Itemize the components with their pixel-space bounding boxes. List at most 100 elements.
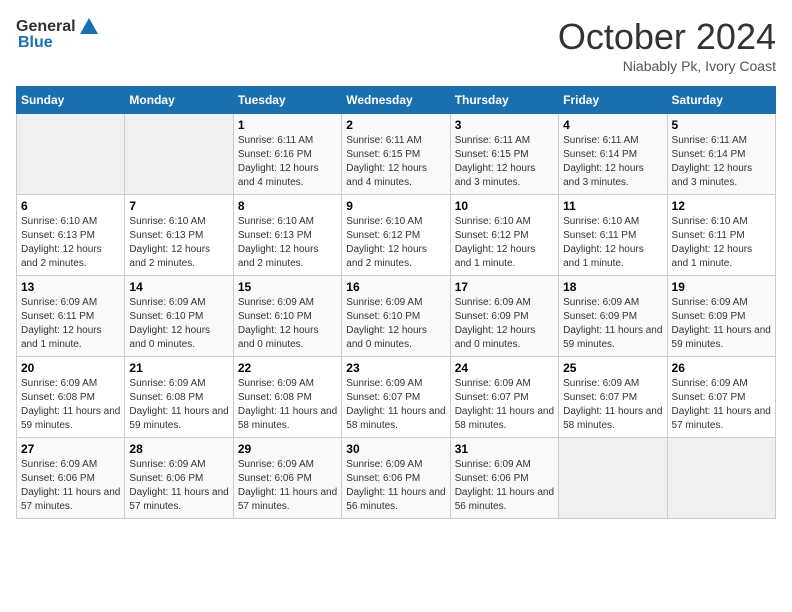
day-number: 30 [346,442,445,456]
weekday-header: Thursday [450,87,558,114]
calendar-day-cell: 3 Sunrise: 6:11 AMSunset: 6:15 PMDaylight… [450,114,558,195]
day-number: 31 [455,442,554,456]
calendar-week-row: 13 Sunrise: 6:09 AMSunset: 6:11 PMDayligh… [17,276,776,357]
calendar-day-cell [17,114,125,195]
calendar-day-cell: 18Sunrise: 6:09 AMSunset: 6:09 PMDayligh… [559,276,667,357]
calendar-week-row: 6 Sunrise: 6:10 AMSunset: 6:13 PMDaylight… [17,195,776,276]
day-info: Sunrise: 6:09 AMSunset: 6:06 PMDaylight:… [238,458,337,514]
calendar-day-cell: 25 Sunrise: 6:09 AMSunset: 6:07 PMDayligh… [559,357,667,438]
day-number: 25 [563,361,662,375]
calendar-day-cell: 30Sunrise: 6:09 AMSunset: 6:06 PMDayligh… [342,438,450,519]
calendar-table: SundayMondayTuesdayWednesdayThursdayFrid… [16,86,776,519]
day-number: 22 [238,361,337,375]
day-number: 28 [129,442,228,456]
month-title: October 2024 [558,16,776,58]
day-number: 11 [563,199,662,213]
calendar-day-cell: 12 Sunrise: 6:10 AMSunset: 6:11 PMDayligh… [667,195,775,276]
calendar-day-cell: 31 Sunrise: 6:09 AMSunset: 6:06 PMDayligh… [450,438,558,519]
day-number: 10 [455,199,554,213]
calendar-day-cell [667,438,775,519]
calendar-day-cell [559,438,667,519]
weekday-header: Tuesday [233,87,341,114]
calendar-day-cell: 8 Sunrise: 6:10 AMSunset: 6:13 PMDaylight… [233,195,341,276]
calendar-day-cell: 5 Sunrise: 6:11 AMSunset: 6:14 PMDaylight… [667,114,775,195]
page-header: General Blue October 2024 Niabably Pk, I… [16,16,776,74]
calendar-day-cell: 21 Sunrise: 6:09 AMSunset: 6:08 PMDayligh… [125,357,233,438]
calendar-day-cell: 27Sunrise: 6:09 AMSunset: 6:06 PMDayligh… [17,438,125,519]
calendar-day-cell: 11 Sunrise: 6:10 AMSunset: 6:11 PMDayligh… [559,195,667,276]
calendar-day-cell: 2 Sunrise: 6:11 AMSunset: 6:15 PMDaylight… [342,114,450,195]
title-area: October 2024 Niabably Pk, Ivory Coast [558,16,776,74]
logo-blue-text: Blue [16,34,53,52]
weekday-header: Sunday [17,87,125,114]
logo-icon [78,16,100,38]
calendar-week-row: 20Sunrise: 6:09 AMSunset: 6:08 PMDayligh… [17,357,776,438]
calendar-week-row: 27Sunrise: 6:09 AMSunset: 6:06 PMDayligh… [17,438,776,519]
calendar-day-cell [125,114,233,195]
day-info: Sunrise: 6:09 AMSunset: 6:09 PMDaylight:… [672,296,771,352]
logo: General Blue [16,16,102,52]
day-number: 6 [21,199,120,213]
day-number: 23 [346,361,445,375]
weekday-header: Friday [559,87,667,114]
calendar-day-cell: 22 Sunrise: 6:09 AMSunset: 6:08 PMDayligh… [233,357,341,438]
calendar-day-cell: 4 Sunrise: 6:11 AMSunset: 6:14 PMDaylight… [559,114,667,195]
calendar-day-cell: 28 Sunrise: 6:09 AMSunset: 6:06 PMDayligh… [125,438,233,519]
calendar-day-cell: 29 Sunrise: 6:09 AMSunset: 6:06 PMDayligh… [233,438,341,519]
calendar-day-cell: 13 Sunrise: 6:09 AMSunset: 6:11 PMDayligh… [17,276,125,357]
calendar-day-cell: 19 Sunrise: 6:09 AMSunset: 6:09 PMDayligh… [667,276,775,357]
day-number: 3 [455,118,554,132]
day-info: Sunrise: 6:09 AMSunset: 6:09 PMDaylight:… [455,296,554,352]
day-number: 29 [238,442,337,456]
day-number: 12 [672,199,771,213]
weekday-header: Wednesday [342,87,450,114]
day-info: Sunrise: 6:11 AMSunset: 6:15 PMDaylight:… [455,134,554,190]
day-info: Sunrise: 6:09 AMSunset: 6:10 PMDaylight:… [346,296,445,352]
calendar-day-cell: 23 Sunrise: 6:09 AMSunset: 6:07 PMDayligh… [342,357,450,438]
calendar-day-cell: 1 Sunrise: 6:11 AMSunset: 6:16 PMDaylight… [233,114,341,195]
day-info: Sunrise: 6:10 AMSunset: 6:12 PMDaylight:… [455,215,554,271]
calendar-day-cell: 10 Sunrise: 6:10 AMSunset: 6:12 PMDayligh… [450,195,558,276]
day-info: Sunrise: 6:09 AMSunset: 6:08 PMDaylight:… [129,377,228,433]
day-info: Sunrise: 6:09 AMSunset: 6:09 PMDaylight:… [563,296,662,352]
day-number: 8 [238,199,337,213]
day-info: Sunrise: 6:11 AMSunset: 6:16 PMDaylight:… [238,134,337,190]
day-info: Sunrise: 6:10 AMSunset: 6:12 PMDaylight:… [346,215,445,271]
day-info: Sunrise: 6:09 AMSunset: 6:07 PMDaylight:… [563,377,662,433]
day-number: 9 [346,199,445,213]
day-info: Sunrise: 6:11 AMSunset: 6:14 PMDaylight:… [672,134,771,190]
day-number: 2 [346,118,445,132]
weekday-header-row: SundayMondayTuesdayWednesdayThursdayFrid… [17,87,776,114]
day-info: Sunrise: 6:09 AMSunset: 6:11 PMDaylight:… [21,296,120,352]
day-info: Sunrise: 6:09 AMSunset: 6:07 PMDaylight:… [455,377,554,433]
day-number: 26 [672,361,771,375]
day-number: 24 [455,361,554,375]
day-number: 21 [129,361,228,375]
weekday-header: Monday [125,87,233,114]
day-info: Sunrise: 6:10 AMSunset: 6:13 PMDaylight:… [21,215,120,271]
calendar-day-cell: 6 Sunrise: 6:10 AMSunset: 6:13 PMDaylight… [17,195,125,276]
day-info: Sunrise: 6:10 AMSunset: 6:11 PMDaylight:… [563,215,662,271]
day-info: Sunrise: 6:09 AMSunset: 6:06 PMDaylight:… [21,458,120,514]
calendar-day-cell: 15 Sunrise: 6:09 AMSunset: 6:10 PMDayligh… [233,276,341,357]
day-info: Sunrise: 6:09 AMSunset: 6:06 PMDaylight:… [129,458,228,514]
calendar-day-cell: 9 Sunrise: 6:10 AMSunset: 6:12 PMDaylight… [342,195,450,276]
day-info: Sunrise: 6:11 AMSunset: 6:14 PMDaylight:… [563,134,662,190]
day-number: 19 [672,280,771,294]
day-number: 17 [455,280,554,294]
calendar-day-cell: 20Sunrise: 6:09 AMSunset: 6:08 PMDayligh… [17,357,125,438]
day-info: Sunrise: 6:09 AMSunset: 6:08 PMDaylight:… [238,377,337,433]
day-number: 1 [238,118,337,132]
day-info: Sunrise: 6:10 AMSunset: 6:11 PMDaylight:… [672,215,771,271]
location-text: Niabably Pk, Ivory Coast [558,58,776,74]
day-number: 5 [672,118,771,132]
day-info: Sunrise: 6:11 AMSunset: 6:15 PMDaylight:… [346,134,445,190]
day-info: Sunrise: 6:09 AMSunset: 6:07 PMDaylight:… [346,377,445,433]
day-info: Sunrise: 6:10 AMSunset: 6:13 PMDaylight:… [238,215,337,271]
day-info: Sunrise: 6:09 AMSunset: 6:06 PMDaylight:… [455,458,554,514]
day-number: 15 [238,280,337,294]
day-info: Sunrise: 6:09 AMSunset: 6:10 PMDaylight:… [238,296,337,352]
day-number: 13 [21,280,120,294]
day-number: 4 [563,118,662,132]
calendar-day-cell: 16Sunrise: 6:09 AMSunset: 6:10 PMDayligh… [342,276,450,357]
